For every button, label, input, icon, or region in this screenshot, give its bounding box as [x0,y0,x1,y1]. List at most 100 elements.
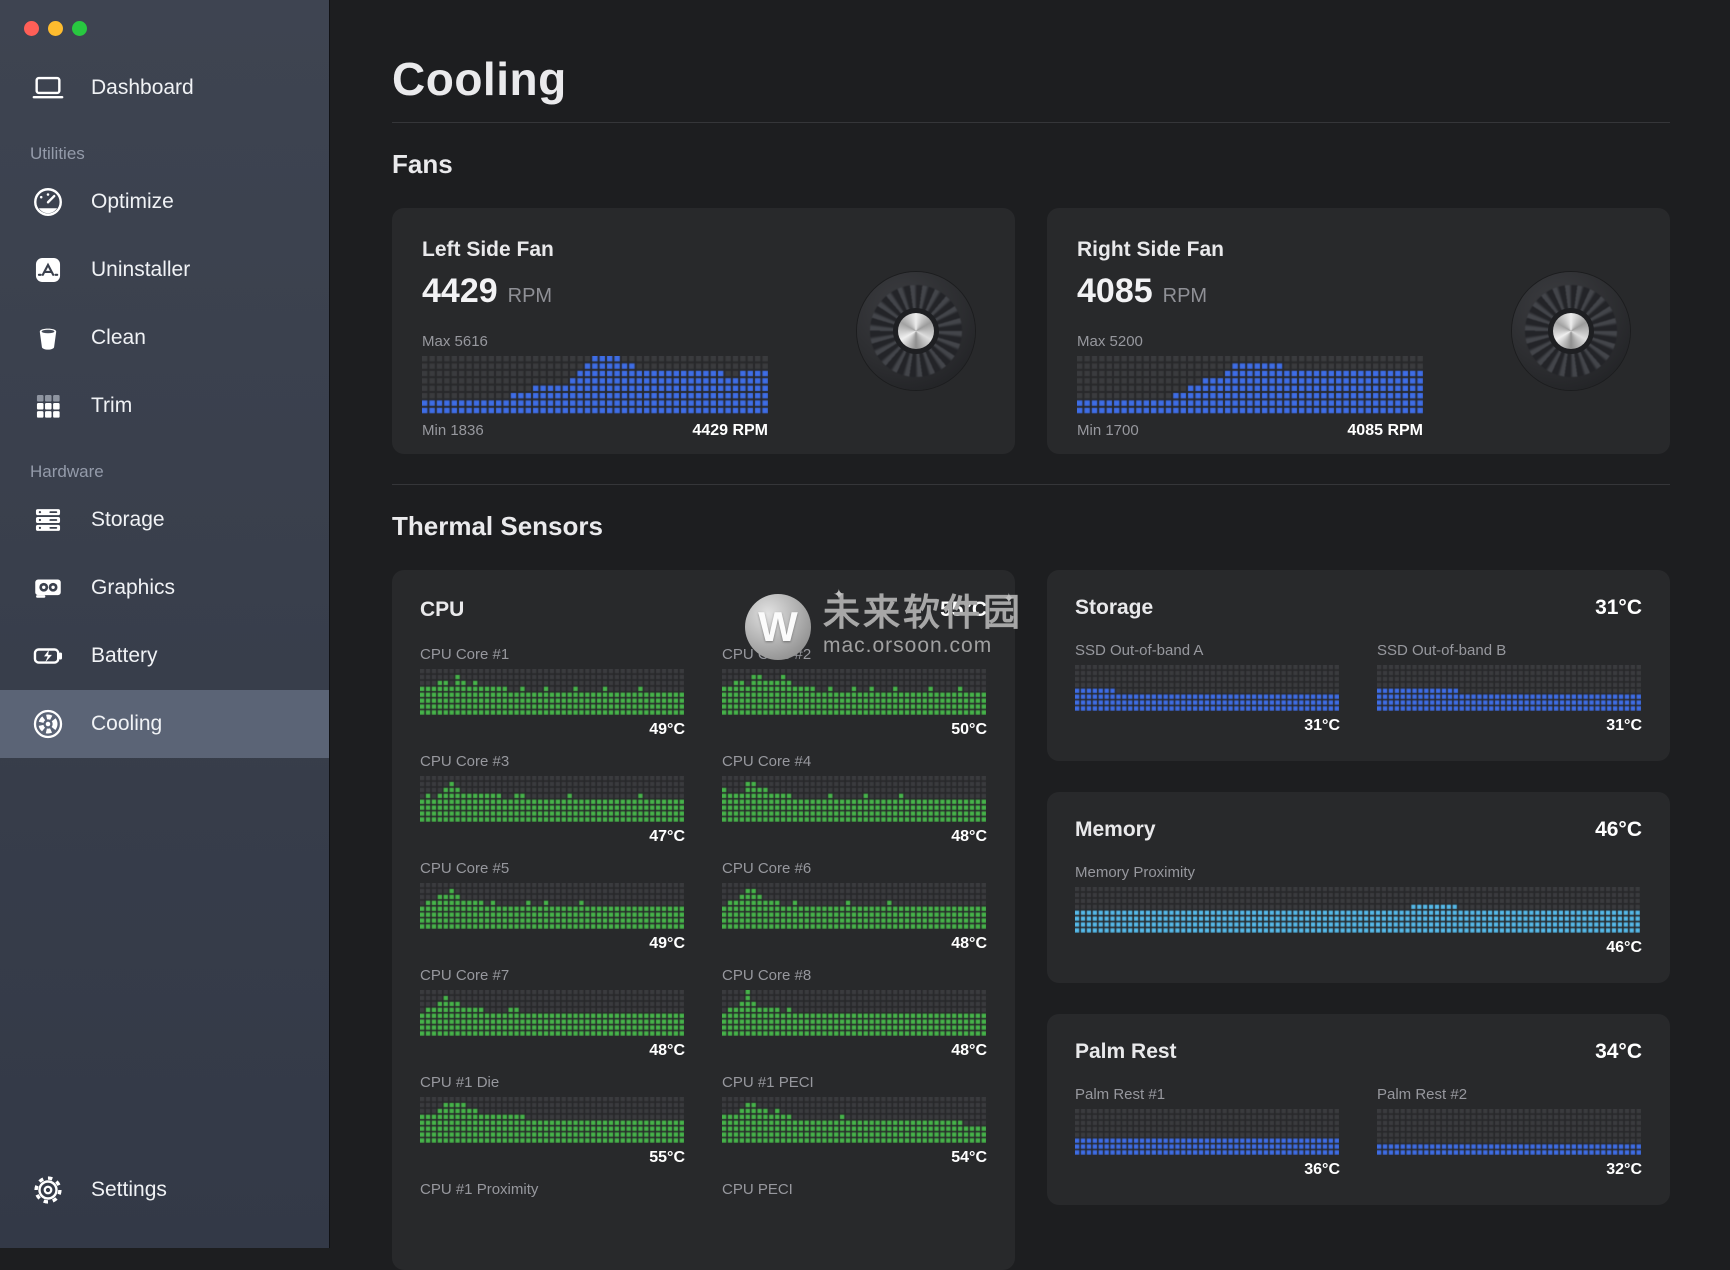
sensor-label: CPU Core #6 [722,860,987,877]
gear-icon [30,1172,66,1208]
sidebar: Dashboard Utilities Optimize Uninstaller [0,0,330,1248]
fan-icon [30,706,66,742]
sensor-chart [1075,1109,1339,1155]
sensor-label: CPU Core #1 [420,646,685,663]
divider [392,122,1670,123]
fan-card-left: Left Side Fan 4429 RPM Max 5616 Min 1836… [392,208,1015,454]
fan-current-label: 4429 RPM [692,422,768,440]
sensor-label: CPU #1 PECI [722,1074,987,1091]
thermal-heading: Thermal Sensors [392,511,1670,542]
sensor-label: CPU Core #7 [420,967,685,984]
sensor-chart [420,1097,684,1143]
sensor-temp: 48°C [722,828,987,846]
sensor-block: CPU Core #1 49°C [420,646,685,739]
sensor-chart [722,990,986,1036]
sidebar-section-hardware: Hardware [30,462,329,482]
fan-graphic [857,272,975,390]
minimize-window-button[interactable] [48,21,63,36]
sensor-chart [420,776,684,822]
sensor-block: CPU Core #8 48°C [722,967,987,1060]
fan-name: Right Side Fan [1077,238,1640,262]
sidebar-item-settings[interactable]: Settings [0,1156,329,1224]
fan-rpm-unit: RPM [508,285,552,308]
sidebar-item-label: Storage [91,508,165,532]
fan-rpm-value: 4429 [422,272,498,311]
sensor-block: CPU Core #6 48°C [722,860,987,953]
fan-rpm-value: 4085 [1077,272,1153,311]
sensor-block: CPU #1 Proximity [420,1181,685,1198]
page-title: Cooling [392,52,1670,106]
fan-min-label: Min 1836 [422,422,484,439]
sensor-label: SSD Out-of-band A [1075,642,1340,659]
main-content: Cooling Fans Left Side Fan 4429 RPM Max … [330,0,1730,1248]
sidebar-item-dashboard[interactable]: Dashboard [0,54,329,122]
sidebar-item-cooling[interactable]: Cooling [0,690,329,758]
sidebar-item-storage[interactable]: Storage [0,486,329,554]
close-window-button[interactable] [24,21,39,36]
sensor-chart [722,776,986,822]
sensor-chart [420,883,684,929]
sensor-block: Palm Rest #2 32°C [1377,1086,1642,1179]
fan-max-label: Max 5200 [1077,333,1423,350]
sidebar-item-clean[interactable]: Clean [0,304,329,372]
fan-history-chart [1077,356,1423,414]
sensor-label: CPU Core #8 [722,967,987,984]
sensor-temp: 31°C [1075,717,1340,735]
sensor-chart [420,669,684,715]
cpu-card-title: CPU [420,598,464,622]
fan-graphic [1512,272,1630,390]
sensor-label: SSD Out-of-band B [1377,642,1642,659]
sidebar-item-optimize[interactable]: Optimize [0,168,329,236]
sensor-label: CPU Core #2 [722,646,987,663]
sensor-label: CPU Core #5 [420,860,685,877]
sidebar-item-label: Battery [91,644,158,668]
sidebar-item-label: Optimize [91,190,174,214]
cpu-sensor-grid: CPU Core #1 49°C CPU Core #2 50°C CPU Co… [420,646,987,1198]
fan-name: Left Side Fan [422,238,985,262]
sensor-block: SSD Out-of-band A 31°C [1075,642,1340,735]
storage-card-title: Storage [1075,596,1153,620]
storage-card-temp: 31°C [1595,596,1642,620]
sensor-temp: 36°C [1075,1161,1340,1179]
sensor-label: CPU PECI [722,1181,987,1198]
palmrest-card: Palm Rest 34°C Palm Rest #1 36°C Palm Re… [1047,1014,1670,1205]
thermal-grid: CPU 55°C CPU Core #1 49°C CPU Core #2 50… [392,570,1670,1270]
sensor-block: CPU Core #2 50°C [722,646,987,739]
sensor-block: CPU Core #5 49°C [420,860,685,953]
sensor-block: CPU Core #4 48°C [722,753,987,846]
sidebar-item-graphics[interactable]: Graphics [0,554,329,622]
fan-card-right: Right Side Fan 4085 RPM Max 5200 Min 170… [1047,208,1670,454]
sensor-chart [1075,887,1640,933]
sensor-block: CPU PECI [722,1181,987,1198]
battery-icon [30,638,66,674]
sidebar-item-battery[interactable]: Battery [0,622,329,690]
sensor-block: Palm Rest #1 36°C [1075,1086,1340,1179]
sensor-label: CPU Core #4 [722,753,987,770]
sensor-chart [1377,665,1641,711]
zoom-window-button[interactable] [72,21,87,36]
sidebar-item-label: Uninstaller [91,258,190,282]
sidebar-item-uninstaller[interactable]: Uninstaller [0,236,329,304]
sidebar-item-trim[interactable]: Trim [0,372,329,440]
fans-heading: Fans [392,149,1670,180]
sensor-block: CPU #1 Die 55°C [420,1074,685,1167]
sensor-label: Palm Rest #1 [1075,1086,1340,1103]
sidebar-item-label: Cooling [91,712,162,736]
sensor-chart [722,1097,986,1143]
fan-min-label: Min 1700 [1077,422,1139,439]
fan-rpm-unit: RPM [1163,285,1207,308]
sensor-chart [1377,1109,1641,1155]
sidebar-item-label: Graphics [91,576,175,600]
appstore-icon [30,252,66,288]
sidebar-item-label: Trim [91,394,132,418]
sensor-temp: 49°C [420,721,685,739]
sensor-temp: 50°C [722,721,987,739]
window-controls [0,0,329,36]
sidebar-item-label: Settings [91,1178,167,1202]
sensor-block: CPU #1 PECI 54°C [722,1074,987,1167]
sensor-block: CPU Core #7 48°C [420,967,685,1060]
laptop-icon [30,70,66,106]
sensor-chart [722,669,986,715]
grid-icon [30,388,66,424]
sidebar-section-utilities: Utilities [30,144,329,164]
